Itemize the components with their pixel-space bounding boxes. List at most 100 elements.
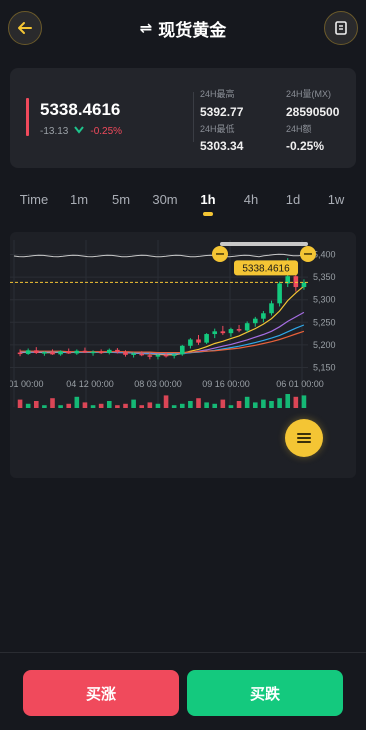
- candle-body: [220, 331, 226, 334]
- candle-body: [139, 353, 145, 356]
- arrow-left-icon: [18, 22, 32, 34]
- page-title[interactable]: ⇌ 现货黄金: [140, 16, 227, 41]
- volume-bar: [106, 401, 112, 408]
- range-selector-bar: [220, 242, 308, 246]
- candle-body: [90, 351, 96, 354]
- buy-down-button[interactable]: 买跌: [187, 670, 343, 716]
- candle-body: [58, 351, 63, 355]
- volume-bar: [212, 403, 218, 408]
- back-button[interactable]: [8, 11, 42, 45]
- active-tab-indicator: [203, 212, 213, 216]
- title-text: 现货黄金: [158, 20, 227, 40]
- volume-bar: [220, 399, 226, 408]
- chevron-down-icon: [74, 125, 85, 137]
- tab-30m[interactable]: 30m: [152, 192, 177, 207]
- volume-bar: [98, 403, 104, 408]
- swap-icon: ⇌: [139, 20, 153, 37]
- stat-value-volume: 28590500: [286, 105, 340, 119]
- document-icon: [335, 21, 347, 35]
- stat-label-amount: 24H额: [286, 124, 312, 134]
- stats-divider: [193, 92, 194, 142]
- candle-body: [236, 329, 242, 331]
- header: ⇌ 现货黄金: [0, 0, 366, 56]
- tab-1w[interactable]: 1w: [328, 192, 345, 207]
- volume-bar: [58, 405, 63, 408]
- candle-body: [188, 339, 193, 346]
- buy-up-button[interactable]: 买涨: [23, 670, 179, 716]
- volume-bar: [123, 403, 128, 408]
- volume-bar: [236, 401, 242, 408]
- x-tick-label: 08 03 00:00: [134, 379, 182, 389]
- candle-body: [115, 349, 120, 353]
- volume-bar: [115, 405, 120, 408]
- volume-bar: [204, 402, 209, 408]
- tab-time[interactable]: Time: [20, 192, 48, 207]
- tab-4h[interactable]: 4h: [244, 192, 258, 207]
- volume-bar: [196, 398, 201, 408]
- volume-bar: [90, 405, 96, 408]
- tab-1m[interactable]: 1m: [70, 192, 88, 207]
- volume-bar: [179, 403, 185, 408]
- candle-body: [301, 282, 307, 288]
- y-tick-label: 5,350: [313, 272, 336, 282]
- candle-body: [171, 354, 177, 356]
- candle-body: [50, 352, 55, 355]
- tab-5m[interactable]: 5m: [112, 192, 130, 207]
- volume-bar: [42, 405, 47, 408]
- ma-line: [20, 330, 305, 354]
- tab-1h[interactable]: 1h: [200, 192, 215, 207]
- volume-bar: [188, 401, 193, 408]
- menu-icon: [297, 433, 311, 443]
- candle-body: [25, 350, 31, 354]
- y-tick-label: 5,400: [313, 250, 336, 260]
- volume-bar: [66, 403, 72, 408]
- candle-body: [66, 351, 72, 354]
- stat-value-high: 5392.77: [200, 105, 244, 119]
- price-change: -13.13: [40, 125, 69, 137]
- volume-bar: [301, 395, 307, 408]
- candle-body: [74, 350, 80, 354]
- candle-body: [252, 318, 258, 324]
- candle-body: [196, 339, 201, 343]
- candle-body: [123, 352, 128, 355]
- volume-bar: [17, 399, 23, 408]
- candle-body: [261, 313, 266, 319]
- candle-body: [17, 352, 23, 355]
- volume-bar: [244, 396, 250, 408]
- x-tick-label: 06 01 00:00: [276, 379, 324, 389]
- candle-body: [244, 323, 250, 331]
- candle-body: [277, 283, 282, 304]
- candle-body: [82, 350, 88, 353]
- volume-bar: [228, 405, 234, 408]
- volume-bar: [33, 401, 39, 408]
- stat-label-low: 24H最低: [200, 124, 235, 134]
- y-tick-label: 5,200: [313, 340, 336, 350]
- volume-bar: [293, 396, 299, 408]
- candle-body: [155, 354, 161, 357]
- volume-bar: [277, 398, 282, 408]
- volume-bar: [252, 402, 258, 408]
- stat-value-low: 5303.34: [200, 139, 244, 153]
- volume-bar: [50, 398, 55, 408]
- volume-bar: [82, 402, 88, 408]
- document-button[interactable]: [324, 11, 358, 45]
- candle-body: [147, 355, 153, 357]
- volume-bar: [74, 396, 80, 408]
- candle-body: [212, 331, 218, 335]
- candle-body: [42, 352, 47, 354]
- candle-body: [204, 334, 209, 343]
- candle-body: [106, 349, 112, 354]
- stat-label-volume: 24H量(MX): [286, 89, 332, 99]
- volume-bar: [147, 402, 153, 408]
- ticker-card: 5338.4616 -13.13 -0.25% 24H最高 5392.77 24…: [10, 68, 356, 168]
- tab-1d[interactable]: 1d: [286, 192, 300, 207]
- volume-bar: [163, 395, 169, 408]
- y-tick-label: 5,150: [313, 362, 336, 372]
- x-tick-label: 09 16 00:00: [202, 379, 250, 389]
- price-change-pct: -0.25%: [90, 125, 123, 137]
- footer-divider: [0, 652, 366, 653]
- price-indicator-bar: [26, 98, 29, 136]
- candle-body: [228, 329, 234, 334]
- price-tag-label: 5338.4616: [242, 263, 290, 274]
- chart-menu-button[interactable]: [285, 419, 323, 457]
